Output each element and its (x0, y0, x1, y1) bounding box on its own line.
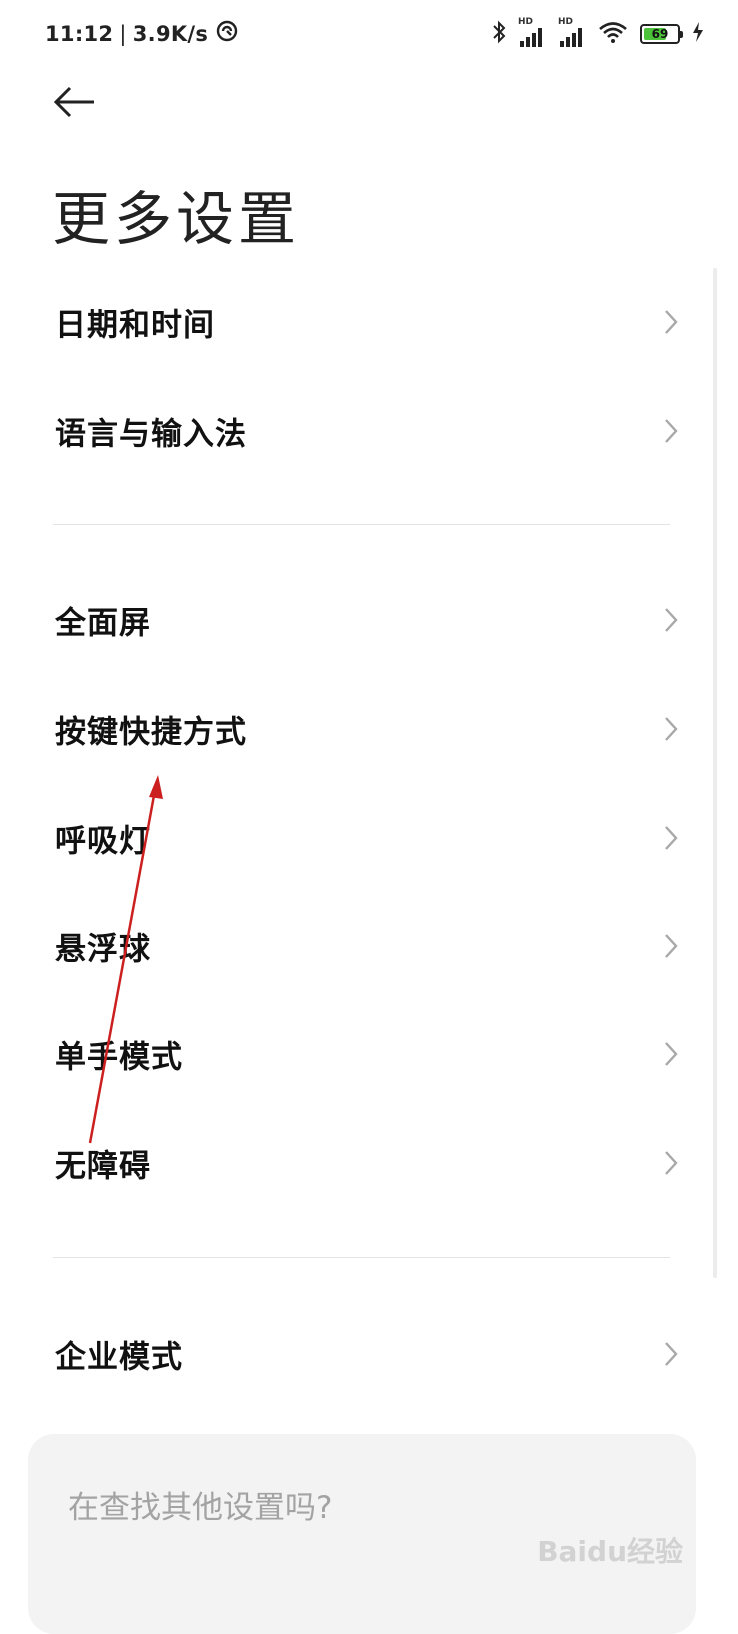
scrollbar[interactable] (713, 268, 717, 1278)
network-type-label: HD (518, 17, 534, 27)
list-item-label: 日期和时间 (55, 307, 215, 344)
list-item-label: 语言与输入法 (55, 416, 247, 453)
data-saver-icon (216, 20, 238, 47)
chevron-right-icon (664, 1150, 678, 1176)
list-item-label: 企业模式 (55, 1339, 183, 1376)
list-item-enterprise-mode[interactable]: 企业模式 (0, 1304, 738, 1404)
status-time: 11:12 (45, 21, 114, 46)
status-left: 11:12 | 3.9K/s (45, 20, 238, 47)
chevron-right-icon (664, 933, 678, 959)
chevron-right-icon (664, 1041, 678, 1067)
list-item-label: 悬浮球 (55, 931, 151, 968)
status-separator: | (119, 21, 127, 46)
chevron-right-icon (664, 418, 678, 444)
list-item-label: 呼吸灯 (55, 823, 151, 860)
signal-icon: HD (558, 17, 586, 47)
chevron-right-icon (664, 309, 678, 335)
list-item-accessibility[interactable]: 无障碍 (0, 1113, 738, 1213)
list-item-label: 单手模式 (55, 1039, 183, 1076)
back-button[interactable] (52, 84, 102, 124)
chevron-right-icon (664, 1341, 678, 1367)
chevron-right-icon (664, 825, 678, 851)
status-right: HD HD 69 (492, 17, 704, 48)
chevron-right-icon (664, 716, 678, 742)
search-suggestion-prompt: 在查找其他设置吗? (68, 1490, 333, 1526)
chevron-right-icon (664, 607, 678, 633)
section-divider (53, 1257, 670, 1258)
list-item-button-shortcuts[interactable]: 按键快捷方式 (0, 679, 738, 779)
battery-level: 69 (651, 27, 669, 41)
status-net-speed: 3.9K/s (132, 21, 209, 46)
charging-icon (692, 22, 704, 46)
list-item-label: 无障碍 (55, 1148, 151, 1185)
page-title: 更多设置 (52, 185, 301, 253)
list-item-label: 全面屏 (55, 605, 151, 642)
list-item-one-handed-mode[interactable]: 单手模式 (0, 1004, 738, 1104)
list-item-language-input[interactable]: 语言与输入法 (0, 381, 738, 481)
battery-icon: 69 (640, 24, 683, 44)
network-type-label: HD (558, 17, 574, 27)
signal-icon: HD (518, 17, 546, 47)
wifi-icon (598, 20, 628, 48)
list-item-date-time[interactable]: 日期和时间 (0, 272, 738, 372)
list-item-notification-light[interactable]: 呼吸灯 (0, 788, 738, 888)
back-arrow-icon (52, 86, 96, 122)
section-divider (53, 524, 670, 525)
list-item-quick-ball[interactable]: 悬浮球 (0, 896, 738, 996)
list-item-label: 按键快捷方式 (55, 714, 247, 751)
bluetooth-icon (492, 20, 506, 48)
status-bar: 11:12 | 3.9K/s HD HD 69 (0, 0, 738, 70)
watermark: Baidu经验 (537, 1535, 683, 1568)
list-item-full-screen[interactable]: 全面屏 (0, 570, 738, 670)
